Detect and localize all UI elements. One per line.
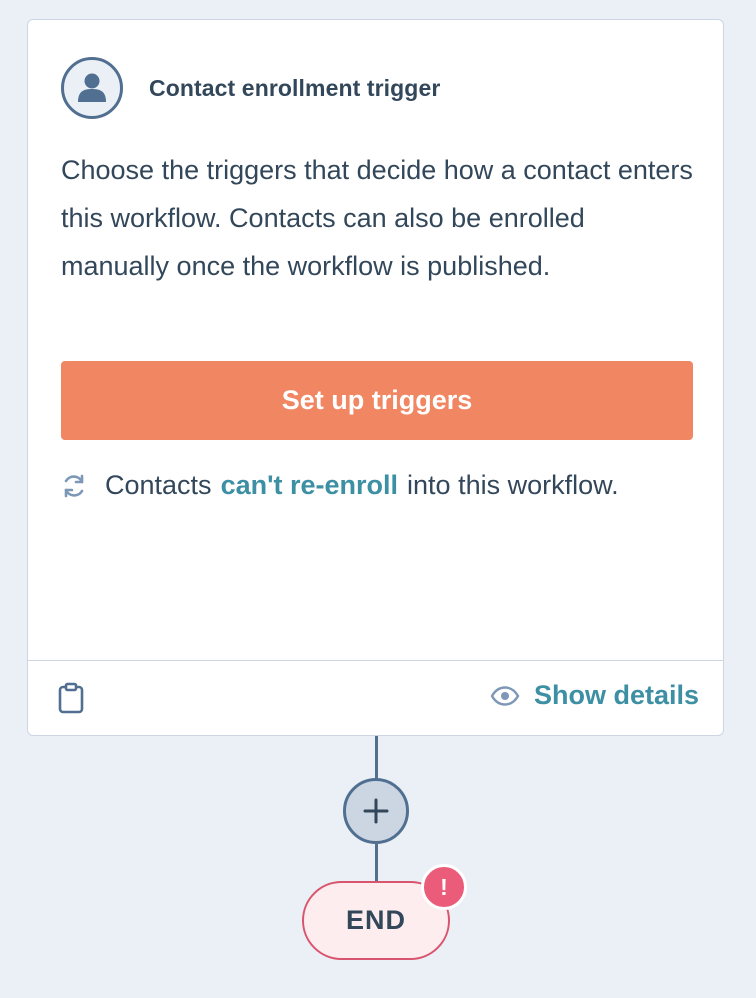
error-badge[interactable]: ! — [421, 864, 467, 910]
plus-icon — [363, 798, 389, 824]
contact-avatar-icon — [61, 57, 123, 119]
trigger-description: Choose the triggers that decide how a co… — [61, 155, 693, 281]
connector-line-bottom — [375, 844, 378, 882]
clipboard-icon[interactable] — [58, 682, 84, 714]
eye-icon — [490, 685, 520, 706]
reenroll-setting: Contacts can't re-enroll into this workf… — [61, 470, 619, 501]
add-action-button[interactable] — [343, 778, 409, 844]
contact-enrollment-trigger-card[interactable]: Contact enrollment trigger Choose the tr… — [27, 19, 724, 736]
reenroll-suffix: into this workflow. — [407, 470, 619, 500]
card-title: Contact enrollment trigger — [149, 74, 441, 101]
reenroll-link[interactable]: can't re-enroll — [221, 470, 398, 501]
refresh-icon — [61, 472, 89, 500]
card-header: Contact enrollment trigger — [61, 57, 440, 119]
show-details-label: Show details — [533, 680, 699, 710]
show-details-button[interactable]: Show details — [490, 680, 699, 711]
reenroll-prefix: Contacts — [105, 470, 212, 500]
card-footer: Show details — [28, 660, 723, 735]
connector-line-top — [375, 736, 378, 778]
set-up-triggers-button[interactable]: Set up triggers — [61, 361, 693, 440]
